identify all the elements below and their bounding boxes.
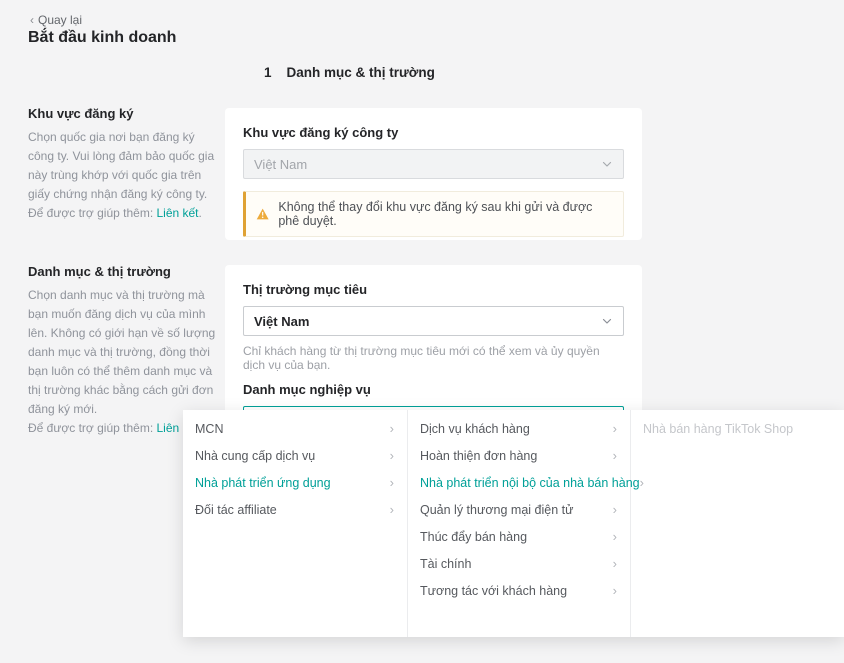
cascader-level-1: MCN › Nhà cung cấp dịch vụ › Nhà phát tr… [183,410,408,637]
step-number: 1 [264,65,272,80]
chevron-down-icon [601,158,613,170]
region-warning-banner: Không thể thay đổi khu vực đăng ký sau k… [243,191,624,237]
menu-item-mcn[interactable]: MCN › [183,415,407,442]
menu-item-order-fulfillment[interactable]: Hoàn thiện đơn hàng › [408,442,630,469]
menu-item-customer-engagement[interactable]: Tương tác với khách hàng › [408,577,630,604]
menu-item-label: Thúc đẩy bán hàng [420,530,527,544]
sidebar-region-title: Khu vực đăng ký [28,106,218,121]
market-select[interactable]: Việt Nam [243,306,624,336]
step-label: Danh mục & thị trường [287,65,435,80]
chevron-right-icon: › [613,449,617,462]
market-select-value: Việt Nam [254,314,309,329]
region-card: Khu vực đăng ký công ty Việt Nam Không t… [225,108,642,240]
menu-item-label: Nhà cung cấp dịch vụ [195,449,315,463]
cascader-level-3: Nhà bán hàng TikTok Shop [631,410,844,637]
onboarding-page: ‹ Quay lại Bắt đầu kinh doanh 1 Danh mục… [0,0,844,663]
chevron-down-icon [601,315,613,327]
region-select-value: Việt Nam [254,157,307,172]
cascader-level-2: Dịch vụ khách hàng › Hoàn thiện đơn hàng… [408,410,631,637]
chevron-right-icon: › [613,557,617,570]
menu-item-label: Hoàn thiện đơn hàng [420,449,537,463]
chevron-right-icon: › [613,422,617,435]
category-cascader-dropdown: MCN › Nhà cung cấp dịch vụ › Nhà phát tr… [183,410,844,637]
region-select[interactable]: Việt Nam [243,149,624,179]
region-help-link[interactable]: Liên kết [156,206,198,220]
sidebar-region-body: Chọn quốc gia nơi bạn đăng ký công ty. V… [28,128,218,223]
menu-item-app-developer[interactable]: Nhà phát triển ứng dụng › [183,469,407,496]
sidebar-category-title: Danh mục & thị trường [28,264,218,279]
market-card: Thị trường mục tiêu Việt Nam Chỉ khách h… [225,265,642,430]
sidebar-region-suffix: . [199,206,202,220]
region-select-label: Khu vực đăng ký công ty [243,125,624,140]
menu-item-affiliate-partner[interactable]: Đối tác affiliate › [183,496,407,523]
menu-item-label: Tương tác với khách hàng [420,584,567,598]
menu-item-label: Nhà phát triển ứng dụng [195,476,331,490]
menu-item-label: Tài chính [420,557,471,571]
chevron-right-icon: › [390,476,394,489]
step-indicator: 1 Danh mục & thị trường [264,65,435,80]
region-warning-text: Không thể thay đổi khu vực đăng ký sau k… [278,200,613,228]
menu-item-seller-inhouse-developer[interactable]: Nhà phát triển nội bộ của nhà bán hàng › [408,469,630,496]
sidebar-category-text: Chọn danh mục và thị trường mà bạn muốn … [28,288,215,416]
sidebar-section-region: Khu vực đăng ký Chọn quốc gia nơi bạn đă… [28,106,218,223]
menu-item-label: Quản lý thương mại điện tử [420,503,573,517]
category-select-label: Danh mục nghiệp vụ [243,382,624,397]
chevron-right-icon: › [613,530,617,543]
page-title: Bắt đầu kinh doanh [28,29,176,47]
menu-item-service-provider[interactable]: Nhà cung cấp dịch vụ › [183,442,407,469]
menu-item-sales-promotion[interactable]: Thúc đẩy bán hàng › [408,523,630,550]
menu-item-tiktok-shop-seller[interactable]: Nhà bán hàng TikTok Shop [631,415,844,442]
menu-item-label: Dịch vụ khách hàng [420,422,530,436]
warning-triangle-icon [256,207,269,221]
back-link[interactable]: ‹ Quay lại [30,13,82,27]
menu-item-finance[interactable]: Tài chính › [408,550,630,577]
back-link-label: Quay lại [38,13,82,27]
chevron-right-icon: › [390,422,394,435]
market-select-label: Thị trường mục tiêu [243,282,624,297]
market-hint-text: Chỉ khách hàng từ thị trường mục tiêu mớ… [243,344,624,372]
menu-item-customer-service[interactable]: Dịch vụ khách hàng › [408,415,630,442]
chevron-right-icon: › [390,503,394,516]
menu-item-label: Nhà bán hàng TikTok Shop [643,422,793,436]
chevron-right-icon: › [390,449,394,462]
chevron-right-icon: › [613,584,617,597]
menu-item-label: MCN [195,422,223,436]
menu-item-ecommerce-management[interactable]: Quản lý thương mại điện tử › [408,496,630,523]
menu-item-label: Nhà phát triển nội bộ của nhà bán hàng [420,476,640,490]
sidebar-category-help-prefix: Để được trợ giúp thêm: [28,421,156,435]
chevron-left-icon: ‹ [30,14,34,26]
menu-item-label: Đối tác affiliate [195,503,277,517]
chevron-right-icon: › [613,503,617,516]
